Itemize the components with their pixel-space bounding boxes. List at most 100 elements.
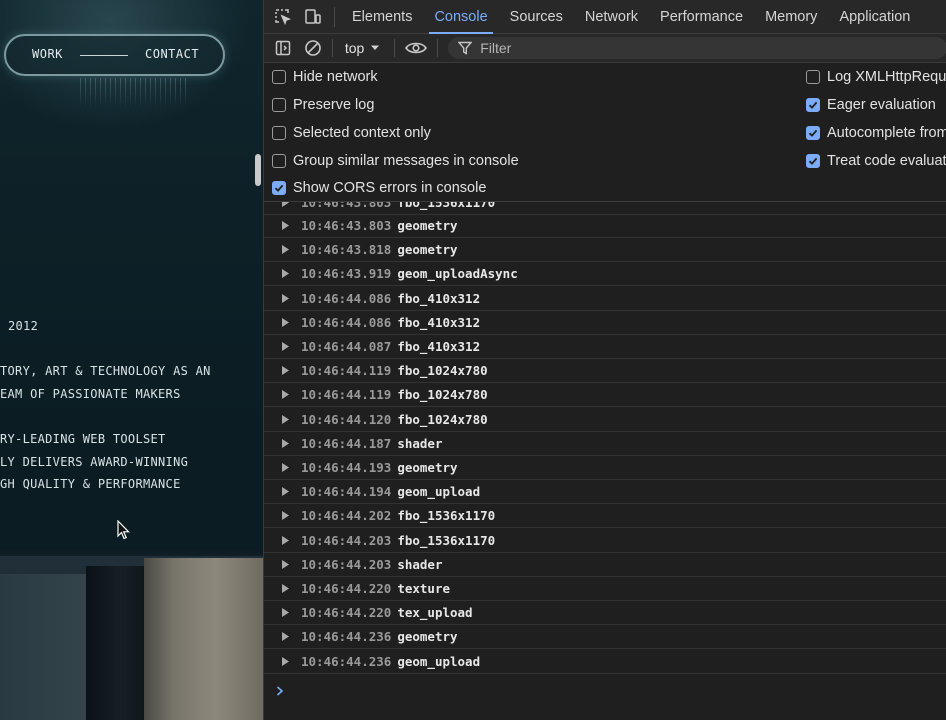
log-row[interactable]: 10:46:44.086 fbo_410x312 bbox=[264, 311, 946, 335]
live-expression-eye-icon[interactable] bbox=[399, 34, 433, 63]
tab-console[interactable]: Console bbox=[423, 0, 498, 34]
filter-input[interactable] bbox=[480, 40, 921, 56]
log-row[interactable]: 10:46:44.236 geom_upload bbox=[264, 650, 946, 674]
tab-sources[interactable]: Sources bbox=[499, 0, 574, 34]
log-timestamp: 10:46:44.119 bbox=[301, 363, 392, 379]
log-row[interactable]: 10:46:44.220 tex_upload bbox=[264, 601, 946, 626]
tab-network[interactable]: Network bbox=[574, 0, 649, 34]
treat-code-eval-option[interactable]: Treat code evaluat bbox=[806, 153, 946, 169]
expand-triangle-icon[interactable] bbox=[282, 390, 292, 400]
hide-network-checkbox[interactable] bbox=[272, 70, 286, 84]
group-similar-option[interactable]: Group similar messages in console bbox=[272, 153, 519, 169]
log-timestamp: 10:46:44.236 bbox=[301, 653, 392, 669]
inspect-element-icon[interactable] bbox=[268, 0, 298, 34]
expand-triangle-icon[interactable] bbox=[282, 414, 292, 424]
site-nav: WORK CONTACT bbox=[4, 34, 225, 76]
log-row[interactable]: 10:46:44.120 fbo_1024x780 bbox=[264, 408, 946, 432]
log-timestamp: 10:46:44.193 bbox=[301, 460, 392, 475]
expand-triangle-icon[interactable] bbox=[282, 559, 292, 569]
clear-console-icon[interactable] bbox=[298, 34, 328, 63]
log-row[interactable]: 10:46:44.193 geometry bbox=[264, 456, 946, 480]
expand-triangle-icon[interactable] bbox=[282, 317, 292, 327]
log-row[interactable]: 10:46:44.194 geom_upload bbox=[264, 480, 946, 505]
cors-errors-option[interactable]: Show CORS errors in console bbox=[272, 180, 486, 196]
preserve-log-label: Preserve log bbox=[293, 97, 375, 113]
treat-code-eval-label: Treat code evaluat bbox=[827, 153, 946, 169]
log-row[interactable]: 10:46:44.236 geometry bbox=[264, 625, 946, 650]
log-row[interactable]: 10:46:44.203 shader bbox=[264, 553, 946, 577]
log-message: fbo_1024x780 bbox=[397, 363, 488, 379]
log-message: fbo_410x312 bbox=[397, 314, 481, 330]
selected-context-checkbox[interactable] bbox=[272, 126, 286, 140]
expand-triangle-icon[interactable] bbox=[282, 221, 292, 230]
expand-triangle-icon[interactable] bbox=[282, 438, 292, 448]
eager-eval-option[interactable]: Eager evaluation bbox=[806, 97, 936, 113]
log-message: fbo_410x312 bbox=[397, 339, 481, 354]
device-toolbar-icon[interactable] bbox=[298, 0, 328, 34]
devtools-tab-bar: Elements Console Sources Network Perform… bbox=[264, 0, 946, 34]
expand-triangle-icon[interactable] bbox=[282, 463, 292, 472]
scene-block-dark bbox=[86, 566, 144, 720]
console-prompt-icon[interactable] bbox=[276, 683, 284, 701]
log-message: geom_upload bbox=[397, 653, 481, 669]
intro-line-4: LY DELIVERS AWARD-WINNING bbox=[0, 455, 189, 469]
log-row[interactable]: 10:46:43.818 geometry bbox=[264, 238, 946, 263]
log-timestamp: 10:46:44.220 bbox=[301, 605, 392, 621]
tab-memory[interactable]: Memory bbox=[754, 0, 828, 34]
group-similar-checkbox[interactable] bbox=[272, 154, 286, 168]
js-context-value: top bbox=[344, 40, 365, 56]
autocomplete-checkbox[interactable] bbox=[806, 126, 820, 140]
log-message: geometry bbox=[397, 242, 458, 258]
log-timestamp: 10:46:44.087 bbox=[301, 339, 392, 354]
log-timestamp: 10:46:44.187 bbox=[301, 435, 392, 451]
nav-contact-link[interactable]: CONTACT bbox=[145, 47, 199, 61]
expand-triangle-icon[interactable] bbox=[282, 342, 292, 351]
cors-errors-checkbox[interactable] bbox=[272, 181, 286, 195]
expand-triangle-icon[interactable] bbox=[282, 584, 292, 593]
log-xhr-checkbox[interactable] bbox=[806, 70, 820, 84]
expand-triangle-icon[interactable] bbox=[282, 269, 292, 279]
show-sidebar-icon[interactable] bbox=[268, 34, 298, 63]
log-row[interactable]: 10:46:44.119 fbo_1024x780 bbox=[264, 383, 946, 408]
expand-triangle-icon[interactable] bbox=[282, 245, 292, 255]
log-row[interactable]: 10:46:44.119 fbo_1024x780 bbox=[264, 359, 946, 384]
log-row[interactable]: 10:46:44.203 fbo_1536x1170 bbox=[264, 529, 946, 553]
expand-triangle-icon[interactable] bbox=[282, 656, 292, 666]
page-scrollbar[interactable] bbox=[255, 154, 261, 186]
preserve-log-option[interactable]: Preserve log bbox=[272, 97, 374, 113]
log-message: fbo_410x312 bbox=[397, 290, 481, 306]
tab-application[interactable]: Application bbox=[828, 0, 921, 34]
js-context-select[interactable]: top bbox=[337, 40, 390, 56]
autocomplete-label: Autocomplete from bbox=[827, 125, 946, 141]
expand-triangle-icon[interactable] bbox=[282, 608, 292, 618]
log-message: geometry bbox=[397, 629, 458, 645]
log-row[interactable]: 10:46:43.803 geometry bbox=[264, 214, 946, 238]
preserve-log-checkbox[interactable] bbox=[272, 98, 286, 112]
tab-elements[interactable]: Elements bbox=[341, 0, 423, 34]
expand-triangle-icon[interactable] bbox=[282, 511, 292, 521]
tab-performance[interactable]: Performance bbox=[649, 0, 754, 34]
expand-triangle-icon[interactable] bbox=[282, 535, 292, 545]
expand-triangle-icon[interactable] bbox=[282, 487, 292, 497]
nav-work-link[interactable]: WORK bbox=[32, 47, 63, 61]
log-row[interactable]: 10:46:44.086 fbo_410x312 bbox=[264, 287, 946, 311]
expand-triangle-icon[interactable] bbox=[282, 632, 292, 642]
treat-code-eval-checkbox[interactable] bbox=[806, 154, 820, 168]
expand-triangle-icon[interactable] bbox=[282, 293, 292, 303]
log-message: texture bbox=[397, 581, 450, 596]
selected-context-option[interactable]: Selected context only bbox=[272, 125, 431, 141]
log-row[interactable]: 10:46:44.220 texture bbox=[264, 577, 946, 601]
log-row[interactable]: 10:46:44.202 fbo_1536x1170 bbox=[264, 504, 946, 529]
autocomplete-option[interactable]: Autocomplete from bbox=[806, 125, 946, 141]
log-row[interactable]: 10:46:43.919 geom_uploadAsync bbox=[264, 262, 946, 287]
console-settings-pane: Hide network Preserve log Selected conte… bbox=[264, 63, 946, 202]
log-message: shader bbox=[397, 435, 443, 451]
expand-triangle-icon[interactable] bbox=[282, 202, 292, 207]
filter-field[interactable] bbox=[448, 37, 946, 59]
log-xhr-option[interactable]: Log XMLHttpRequ bbox=[806, 69, 946, 85]
log-row[interactable]: 10:46:44.187 shader bbox=[264, 432, 946, 456]
expand-triangle-icon[interactable] bbox=[282, 366, 292, 376]
hide-network-option[interactable]: Hide network bbox=[272, 69, 378, 85]
log-row[interactable]: 10:46:44.087 fbo_410x312 bbox=[264, 335, 946, 359]
eager-eval-checkbox[interactable] bbox=[806, 98, 820, 112]
